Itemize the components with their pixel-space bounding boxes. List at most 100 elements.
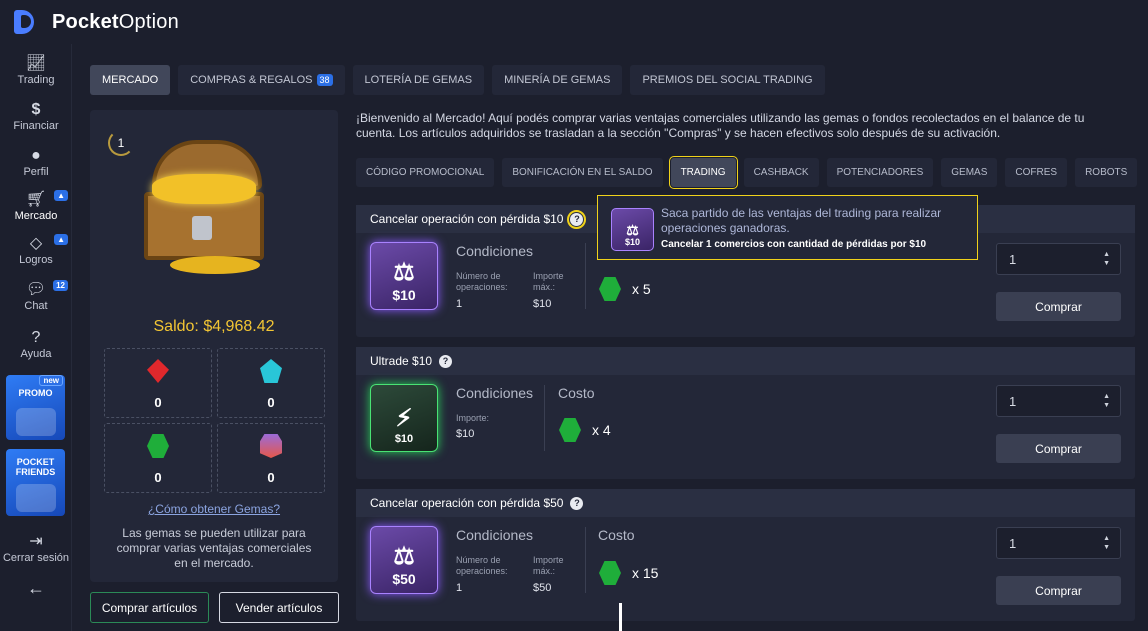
- nav-item-perfil[interactable]: ● Perfil: [0, 146, 72, 190]
- quantity-value: 1: [1009, 251, 1017, 267]
- max-amount-value: $50: [533, 582, 552, 594]
- help-icon: ?: [31, 329, 41, 346]
- scales-icon: ⚖: [393, 543, 415, 570]
- product-card: Ultrade $10 ? ⚡︎ $10 Condiciones Importe…: [356, 347, 1135, 479]
- arrow-left-icon: ←: [27, 578, 45, 598]
- help-icon[interactable]: ?: [439, 354, 453, 368]
- brand-name[interactable]: PocketOption: [52, 11, 179, 34]
- product-title: Cancelar operación con pérdida $50: [370, 496, 564, 510]
- nav-label: Trading: [17, 74, 55, 86]
- sell-items-button[interactable]: Vender artículos: [219, 592, 339, 623]
- market-intro-text: ¡Bienvenido al Mercado! Aquí podés compr…: [356, 111, 1085, 140]
- help-icon[interactable]: ?: [570, 496, 584, 510]
- subtab-promo[interactable]: CÓDIGO PROMOCIONAL: [356, 158, 495, 187]
- purple-gem-icon: [260, 434, 282, 458]
- nav-item-mercado[interactable]: 🛒︎ Mercado ▲: [0, 190, 72, 234]
- product-header: Cancelar operación con pérdida $50 ?: [356, 489, 1135, 517]
- max-amount-label: Importe máx.:: [533, 271, 564, 292]
- cyan-gem-icon: [260, 359, 282, 383]
- product-thumbnail: ⚡︎ $10: [370, 384, 438, 452]
- cost-multiplier: x 15: [632, 565, 659, 581]
- nav-label: Financiar: [13, 120, 59, 132]
- subtab-cashback[interactable]: CASHBACK: [743, 158, 819, 187]
- amount-label: Importe:: [456, 413, 490, 423]
- subtab-bonus[interactable]: BONIFICACIÓN EN EL SALDO: [502, 158, 663, 187]
- gem-count: 0: [267, 470, 275, 485]
- market-tabs: MERCADO COMPRAS & REGALOS 38 LOTERÍA DE G…: [90, 65, 825, 95]
- cost-title: Costo: [558, 385, 595, 401]
- gem-count: 0: [154, 395, 162, 410]
- stepper-arrows-icon[interactable]: ▲ ▼: [1103, 392, 1110, 410]
- operations-label: Número de operaciones:: [456, 555, 508, 576]
- green-gem-icon: [599, 561, 621, 585]
- stepper-arrows-icon[interactable]: ▲ ▼: [1103, 534, 1110, 552]
- text-cursor: [619, 603, 622, 631]
- collapse-button[interactable]: ←: [0, 578, 72, 622]
- divider: [585, 243, 586, 309]
- product-title: Ultrade $10: [370, 354, 433, 368]
- nav-item-logros[interactable]: ◇ Logros ▲: [0, 234, 72, 278]
- megaphone-icon: [16, 408, 56, 436]
- tab-label: COMPRAS & REGALOS: [190, 74, 313, 86]
- cart-icon: 🛒︎: [25, 191, 47, 208]
- quantity-value: 1: [1009, 535, 1017, 551]
- pocket-option-logo-icon[interactable]: [14, 8, 46, 36]
- gem-box-cyan: 0: [217, 348, 325, 418]
- gem-box-green: 0: [104, 423, 212, 493]
- subtab-potenciadores[interactable]: POTENCIADORES: [826, 158, 934, 187]
- conditions-title: Condiciones: [456, 385, 534, 401]
- green-gem-icon: [559, 418, 581, 442]
- gems-description: Las gemas se pueden utilizar para compra…: [116, 526, 312, 570]
- sidebar-nav: 📈︎ Trading $ Financiar ● Perfil 🛒︎ Merca…: [0, 44, 72, 631]
- tab-loteria[interactable]: LOTERÍA DE GEMAS: [352, 65, 485, 95]
- nav-item-trading[interactable]: 📈︎ Trading: [0, 54, 72, 98]
- max-amount-value: $10: [533, 298, 552, 310]
- nav-item-financiar[interactable]: $ Financiar: [0, 100, 72, 144]
- scales-icon: ⚖ $10: [611, 208, 654, 251]
- nav-label: Ayuda: [20, 348, 52, 360]
- how-to-get-gems-link[interactable]: ¿Cómo obtener Gemas?: [90, 502, 338, 516]
- quantity-stepper[interactable]: 1 ▲ ▼: [996, 527, 1121, 559]
- subtab-trading[interactable]: TRADING: [668, 156, 738, 189]
- chat-icon: 💬︎: [25, 281, 47, 298]
- nav-label: Mercado: [14, 210, 58, 222]
- bell-badge-icon: ▲: [54, 234, 68, 245]
- pocket-friends-card[interactable]: POCKET FRIENDS: [6, 449, 65, 516]
- amount-value: $10: [456, 428, 475, 440]
- cost-multiplier: x 4: [592, 422, 611, 438]
- gem-box-red: 0: [104, 348, 212, 418]
- cost-title: Costo: [598, 527, 635, 543]
- nav-item-chat[interactable]: 💬︎ Chat 12: [0, 280, 72, 324]
- buy-button[interactable]: Comprar: [996, 434, 1121, 463]
- buy-items-button[interactable]: Comprar artículos: [90, 592, 209, 623]
- buy-button[interactable]: Comprar: [996, 292, 1121, 321]
- nav-item-ayuda[interactable]: ? Ayuda: [0, 328, 72, 372]
- nav-item-logout[interactable]: ⇥ Cerrar sesión: [0, 532, 72, 576]
- buy-button[interactable]: Comprar: [996, 576, 1121, 605]
- promo-card[interactable]: new PROMO: [6, 375, 65, 440]
- product-card: Cancelar operación con pérdida $50 ? ⚖ $…: [356, 489, 1135, 621]
- operations-value: 1: [456, 582, 463, 594]
- gem-count: 0: [154, 470, 162, 485]
- help-icon[interactable]: ?: [567, 209, 587, 229]
- subtab-gemas[interactable]: GEMAS: [941, 158, 998, 187]
- gem-box-purple: 0: [217, 423, 325, 493]
- tab-mineria[interactable]: MINERÍA DE GEMAS: [492, 65, 623, 95]
- tooltip-price: $10: [624, 237, 641, 247]
- stepper-arrows-icon[interactable]: ▲ ▼: [1103, 250, 1110, 268]
- tab-compras[interactable]: COMPRAS & REGALOS 38: [178, 65, 345, 95]
- tab-mercado[interactable]: MERCADO: [90, 65, 171, 95]
- operations-value: 1: [456, 298, 463, 310]
- logout-icon: ⇥: [29, 533, 43, 550]
- pocket-friends-label: POCKET FRIENDS: [15, 457, 56, 477]
- balance-text: Saldo: $4,968.42: [153, 318, 275, 335]
- subtab-robots[interactable]: ROBOTS: [1075, 158, 1138, 187]
- diamond-icon: ◇: [29, 235, 43, 252]
- cost-multiplier: x 5: [632, 281, 651, 297]
- quantity-stepper[interactable]: 1 ▲ ▼: [996, 243, 1121, 275]
- product-thumbnail: ⚖ $50: [370, 526, 438, 594]
- tab-premios[interactable]: PREMIOS DEL SOCIAL TRADING: [630, 65, 825, 95]
- nav-label: Perfil: [23, 166, 49, 178]
- subtab-cofres[interactable]: COFRES: [1005, 158, 1068, 187]
- quantity-stepper[interactable]: 1 ▲ ▼: [996, 385, 1121, 417]
